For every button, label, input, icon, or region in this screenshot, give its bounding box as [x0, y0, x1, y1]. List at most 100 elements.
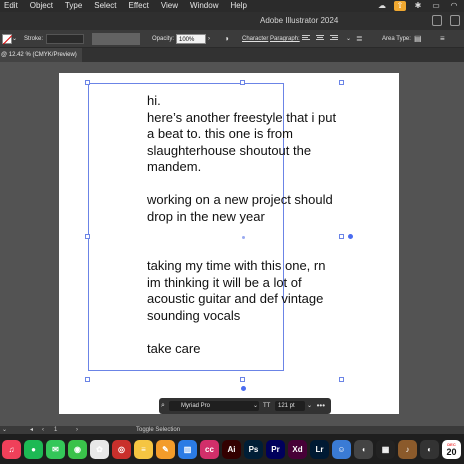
text-line: taking my time with this one, rn: [147, 258, 326, 273]
search-icon[interactable]: [450, 15, 460, 26]
fill-dropdown-icon[interactable]: ⌄: [12, 30, 17, 48]
stroke-weight-field[interactable]: [46, 34, 84, 44]
document-tab[interactable]: @ 12.42 % (CMYK/Preview): [0, 48, 82, 62]
text-line: acoustic guitar and def vintage: [147, 291, 324, 306]
menu-object[interactable]: Object: [24, 0, 59, 12]
text-line: slaughterhouse shoutout the: [147, 142, 312, 158]
chevron-right-icon[interactable]: ›: [208, 30, 210, 48]
more-options-button[interactable]: •••: [317, 398, 325, 414]
menu-type[interactable]: Type: [59, 0, 88, 12]
menu-select[interactable]: Select: [88, 0, 122, 12]
prev-icon[interactable]: ‹: [42, 426, 44, 434]
menu-edit[interactable]: Edit: [0, 0, 24, 12]
menu-window[interactable]: Window: [184, 0, 224, 12]
premiere-app-icon[interactable]: Pr: [266, 439, 285, 459]
opacity-label: Opacity:: [152, 36, 175, 42]
artboard-number[interactable]: 1: [54, 426, 57, 434]
control-bar: ⌄ Stroke: Opacity: 100% › ◑ Character Pa…: [0, 30, 464, 48]
spotify-app-icon[interactable]: ●: [24, 439, 43, 459]
calendar-day: 20: [446, 446, 457, 457]
text-line: here’s another freestyle that i put: [147, 109, 337, 125]
text-line: working on a new project should: [147, 192, 333, 207]
align-center-icon[interactable]: [316, 35, 324, 43]
zoom-chevron-icon[interactable]: ⌄: [2, 426, 7, 434]
selection-handle[interactable]: [240, 377, 245, 382]
status-bar: ⌄ ◂ ‹ 1 › Toggle Selection: [0, 426, 464, 434]
chevron-down-icon[interactable]: ⌄: [307, 398, 312, 414]
chevron-icon[interactable]: ⌄: [346, 30, 351, 48]
photoshop-app-icon[interactable]: Ps: [244, 439, 263, 459]
adobe-xd-app-icon[interactable]: Xd: [288, 439, 307, 459]
calendar-app[interactable]: DEC 20: [442, 439, 461, 459]
text-line: hi.: [147, 93, 161, 108]
creative-cloud-icon[interactable]: ☁: [376, 1, 388, 11]
selection-handle[interactable]: [339, 80, 344, 85]
dock: ♫ ● ✉ ◉ ✿ ◎ ≡ ✎ ▥ cc Ai Ps Pr Xd Lr ☺ ◖ ▦ ♪ ◐ DEC 20: [0, 434, 464, 464]
text-line: take care: [147, 340, 201, 356]
messages-app-icon[interactable]: ✉: [46, 439, 65, 459]
title-bar: Adobe Illustrator 2024: [0, 12, 464, 30]
contextual-task-bar: ⌕ Myriad Pro ⌄ TT 121 pt ⌄ •••: [159, 398, 331, 414]
font-family-value: Myriad Pro: [181, 403, 211, 409]
font-size-field[interactable]: 121 pt: [275, 401, 305, 411]
share-icon[interactable]: ⇧: [394, 1, 406, 11]
fill-swatch[interactable]: [2, 34, 12, 44]
photos-app-icon[interactable]: ✿: [90, 439, 109, 459]
logic-app-icon[interactable]: ◐: [420, 439, 439, 459]
music-app-icon[interactable]: ♫: [2, 439, 21, 459]
photo-booth-app-icon[interactable]: ◎: [112, 439, 131, 459]
status-tray: ☁ ⇧ ✱ ▭ ◠: [376, 0, 460, 12]
soundboard-app-icon[interactable]: ▦: [376, 439, 395, 459]
notes-app-icon[interactable]: ≡: [134, 439, 153, 459]
pages-app-icon[interactable]: ✎: [156, 439, 175, 459]
align-right-icon[interactable]: [330, 35, 338, 43]
battery-icon[interactable]: ▭: [430, 1, 442, 11]
font-family-select[interactable]: Myriad Pro: [169, 401, 259, 411]
variable-width-field[interactable]: [92, 33, 140, 45]
wifi-icon[interactable]: ◠: [448, 1, 460, 11]
chevron-down-icon[interactable]: ⌄: [253, 398, 258, 414]
menu-bar: Edit Object Type Select Effect View Wind…: [0, 0, 464, 12]
prev-artboard-icon[interactable]: ◂: [30, 426, 33, 434]
threading-port[interactable]: [348, 234, 353, 239]
document-tab-bar: @ 12.42 % (CMYK/Preview): [0, 48, 464, 62]
guitar-app-icon[interactable]: ♪: [398, 439, 417, 459]
selection-handle[interactable]: [85, 377, 90, 382]
opacity-input[interactable]: 100%: [176, 34, 206, 44]
selection-handle[interactable]: [339, 377, 344, 382]
search-icon[interactable]: ⌕: [161, 398, 165, 414]
recolor-icon[interactable]: ◑: [224, 30, 229, 48]
selection-handle[interactable]: [240, 80, 245, 85]
numbers-app-icon[interactable]: ▥: [178, 439, 197, 459]
text-line: mandem.: [147, 159, 202, 174]
align-left-icon[interactable]: [302, 35, 310, 43]
creative-cloud-app-icon[interactable]: cc: [200, 439, 219, 459]
selection-handle[interactable]: [85, 80, 90, 85]
audio-app-icon[interactable]: ◖: [354, 439, 373, 459]
menu-help[interactable]: Help: [224, 0, 252, 12]
lightroom-app-icon[interactable]: Lr: [310, 439, 329, 459]
font-size-icon: TT: [263, 403, 271, 409]
bluetooth-icon[interactable]: ✱: [412, 1, 424, 11]
workspace-icon[interactable]: [432, 15, 442, 26]
selection-handle[interactable]: [85, 234, 90, 239]
paragraph-link[interactable]: Paragraph:: [270, 30, 300, 48]
panel-menu-icon[interactable]: ≡: [440, 30, 445, 48]
character-link[interactable]: Character: [242, 30, 268, 48]
finder-app-icon[interactable]: ☺: [332, 439, 351, 459]
facetime-app-icon[interactable]: ◉: [68, 439, 87, 459]
stroke-label: Stroke:: [24, 36, 44, 42]
next-icon[interactable]: ›: [76, 426, 78, 434]
threading-port[interactable]: [241, 386, 246, 391]
menu-view[interactable]: View: [155, 0, 184, 12]
align-stack-icon[interactable]: ≣: [356, 30, 363, 48]
illustrator-app-icon[interactable]: Ai: [222, 439, 241, 459]
area-type-icon[interactable]: ▤: [414, 30, 422, 48]
area-type-label: Area Type:: [382, 36, 411, 42]
text-line: im thinking it will be a lot of: [147, 274, 302, 290]
text-line: sounding vocals: [147, 307, 241, 323]
window-title: Adobe Illustrator 2024: [260, 16, 339, 25]
current-tool-label: Toggle Selection: [136, 427, 181, 433]
area-text[interactable]: hi. here’s another freestyle that i put …: [147, 93, 347, 357]
menu-effect[interactable]: Effect: [123, 0, 155, 12]
